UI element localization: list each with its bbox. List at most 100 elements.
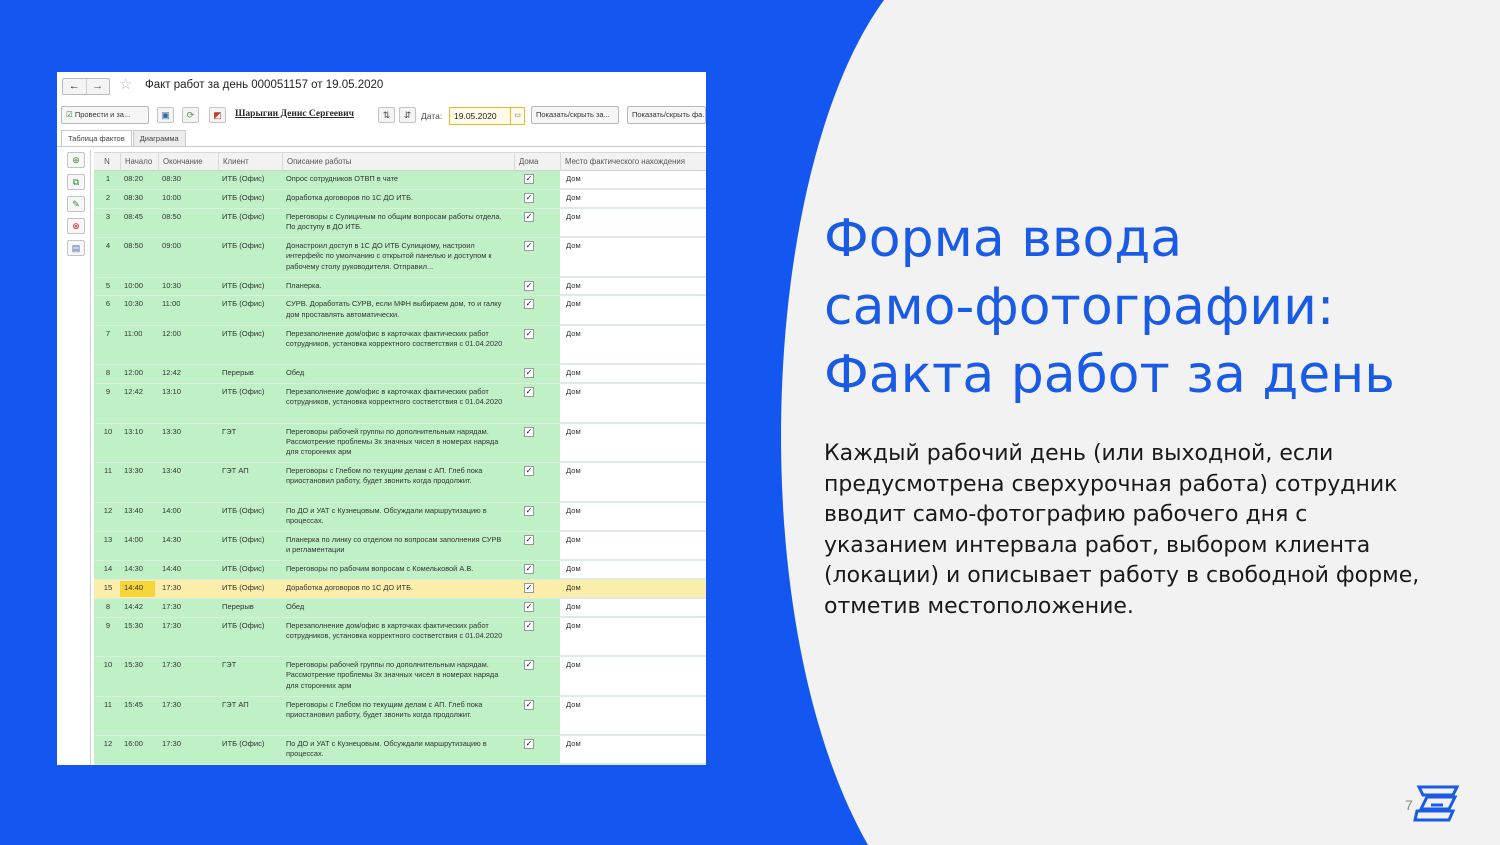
column-header-client[interactable]: Клиент [218, 153, 282, 171]
home-checkbox[interactable]: ✓ [524, 563, 534, 574]
cell-end-time[interactable]: 13:10 [162, 387, 181, 397]
cell-number[interactable]: 2 [99, 193, 117, 203]
cell-client[interactable]: ИТБ (Офис) [222, 506, 264, 516]
home-checkbox[interactable]: ✓ [524, 505, 534, 516]
cell-start-time[interactable]: 14:30 [124, 564, 143, 574]
post-and-close-button[interactable]: ☑ Провести и за... [61, 106, 149, 124]
cell-location[interactable]: Дом [566, 621, 581, 631]
cell-location[interactable]: Дом [566, 506, 581, 516]
cell-end-time[interactable]: 09:00 [162, 241, 181, 251]
cell-start-time[interactable]: 13:10 [124, 427, 143, 437]
cell-start-time[interactable]: 11:00 [124, 329, 142, 339]
cell-description[interactable]: Переговоры рабочей группы по дополнитель… [286, 660, 506, 691]
cell-location[interactable]: Дом [566, 193, 581, 203]
cell-location[interactable]: Дом [566, 368, 581, 378]
cell-description[interactable]: Переговоры с Глебом по текущим делам с А… [286, 700, 506, 721]
cell-number[interactable]: 4 [99, 241, 117, 251]
cell-start-time[interactable]: 13:30 [124, 466, 143, 476]
save-icon[interactable]: ▣ [157, 107, 174, 123]
cell-number[interactable]: 6 [99, 299, 117, 309]
cell-start-time[interactable]: 10:00 [124, 281, 143, 291]
cell-number[interactable]: 14 [99, 564, 117, 574]
cell-location[interactable]: Дом [566, 739, 581, 749]
cell-start-time[interactable]: 14:00 [124, 535, 143, 545]
cell-description[interactable]: По ДО и УАТ с Кузнецовым. Обсуждали марш… [286, 739, 506, 760]
cell-end-time[interactable]: 10:00 [162, 193, 181, 203]
table-row[interactable]: 13 14:00 14:30 ИТБ (Офис) Планерка по линку … [94, 531, 706, 561]
cell-start-time[interactable]: 13:40 [124, 506, 143, 516]
cell-end-time[interactable]: 17:30 [162, 621, 181, 631]
table-row[interactable]: 14 14:30 14:40 ИТБ (Офис) Переговоры по рабо… [94, 560, 706, 580]
cell-end-time[interactable]: 11:00 [162, 299, 180, 309]
cell-location[interactable]: Дом [566, 387, 581, 397]
cell-description[interactable]: Перезаполнение дом/офис в карточках факт… [286, 387, 506, 408]
cell-start-time[interactable]: 15:45 [124, 700, 143, 710]
home-checkbox[interactable]: ✓ [524, 241, 534, 251]
cell-end-time[interactable]: 08:50 [162, 212, 181, 222]
cell-location[interactable]: Дом [566, 583, 581, 593]
table-row[interactable]: 7 11:00 12:00 ИТБ (Офис) Перезаполнение дом/… [94, 325, 706, 366]
cell-location[interactable]: Дом [566, 174, 581, 184]
refresh-icon[interactable]: ⟳ [182, 107, 199, 123]
table-row[interactable]: 11 15:45 17:30 ГЭТ АП Переговоры с Глебом по… [94, 696, 706, 737]
fill-table-icon[interactable]: ▤ [67, 240, 85, 256]
cell-location[interactable]: Дом [566, 602, 581, 612]
cell-number[interactable]: 8 [99, 368, 117, 378]
table-row[interactable]: 15 14:40 17:30 ИТБ (Офис) Доработка договоро… [94, 579, 706, 599]
home-checkbox[interactable]: ✓ [524, 211, 534, 222]
home-checkbox[interactable]: ✓ [524, 466, 534, 476]
cell-description[interactable]: Перезаполнение дом/офис в карточках факт… [286, 329, 506, 350]
cell-end-time[interactable]: 17:30 [162, 583, 181, 593]
cell-description[interactable]: По ДО и УАТ с Кузнецовым. Обсуждали марш… [286, 506, 506, 527]
table-row[interactable]: 1 08:20 08:30 ИТБ (Офис) Опрос сотрудников О… [94, 171, 706, 190]
home-checkbox[interactable]: ✓ [524, 280, 534, 291]
cell-description[interactable]: Перезаполнение дом/офис в карточках факт… [286, 621, 506, 642]
show-hide-button-1[interactable]: Показать/скрыть за... [531, 106, 619, 124]
cell-client[interactable]: ИТБ (Офис) [222, 583, 264, 593]
tab-diagram[interactable]: Диаграмма [132, 130, 186, 146]
home-checkbox[interactable]: ✓ [524, 699, 534, 710]
delete-row-icon[interactable]: ⊗ [67, 218, 85, 234]
cell-end-time[interactable]: 17:30 [162, 739, 181, 749]
cell-description[interactable]: Планерка. [286, 281, 506, 291]
edit-row-icon[interactable]: ✎ [67, 196, 85, 212]
table-row[interactable]: 9 12:42 13:10 ИТБ (Офис) Перезаполнение дом/… [94, 384, 706, 424]
table-row[interactable]: 2 08:30 10:00 ИТБ (Офис) Доработка договоров… [94, 189, 706, 209]
add-row-icon[interactable]: ⊕ [67, 152, 85, 168]
cell-client[interactable]: ИТБ (Офис) [222, 387, 264, 397]
home-checkbox[interactable]: ✓ [524, 426, 534, 437]
cell-client[interactable]: ИТБ (Офис) [222, 241, 264, 251]
cell-end-time[interactable]: 10:30 [162, 281, 181, 291]
cell-description[interactable]: Переговоры по рабочим вопросам с Комельк… [286, 564, 506, 574]
cell-number[interactable]: 9 [99, 621, 117, 631]
cell-number[interactable]: 12 [99, 739, 117, 749]
cell-client[interactable]: ИТБ (Офис) [222, 621, 264, 631]
calendar-icon[interactable]: ▭ [510, 108, 524, 124]
cell-number[interactable]: 15 [99, 583, 117, 593]
column-header-home[interactable]: Дома [514, 153, 560, 171]
cell-number[interactable]: 1 [99, 174, 117, 184]
cell-location[interactable]: Дом [566, 660, 581, 670]
sort-ascending-icon[interactable]: ⇅ [378, 107, 395, 123]
cell-start-time[interactable]: 16:00 [124, 739, 143, 749]
cell-end-time[interactable]: 17:30 [162, 602, 181, 612]
home-checkbox[interactable]: ✓ [524, 601, 534, 612]
cell-client[interactable]: ГЭТ [222, 660, 236, 670]
home-checkbox[interactable]: ✓ [524, 387, 534, 397]
column-header-description[interactable]: Описание работы [282, 153, 514, 171]
home-checkbox[interactable]: ✓ [524, 192, 534, 203]
cell-start-time[interactable]: 14:40 [124, 583, 143, 593]
home-checkbox[interactable]: ✓ [524, 299, 534, 310]
cell-description[interactable]: Донастроил доступ в 1С ДО ИТБ Сулицкому,… [286, 241, 506, 272]
cell-description[interactable]: Доработка договоров по 1С ДО ИТБ. [286, 193, 506, 203]
cell-start-time[interactable]: 12:00 [124, 368, 143, 378]
cell-client[interactable]: ИТБ (Офис) [222, 299, 264, 309]
cell-client[interactable]: ИТБ (Офис) [222, 174, 264, 184]
cell-description[interactable]: Переговоры рабочей группы по дополнитель… [286, 427, 506, 458]
cell-number[interactable]: 12 [99, 506, 117, 516]
cell-end-time[interactable]: 14:30 [162, 535, 181, 545]
table-row[interactable]: 8 12:00 12:42 Перерыв Обед ✓ Дом [94, 365, 706, 384]
cell-start-time[interactable]: 14:42 [124, 602, 143, 612]
cell-location[interactable]: Дом [566, 241, 581, 251]
cell-client[interactable]: ГЭТ АП [222, 466, 249, 476]
